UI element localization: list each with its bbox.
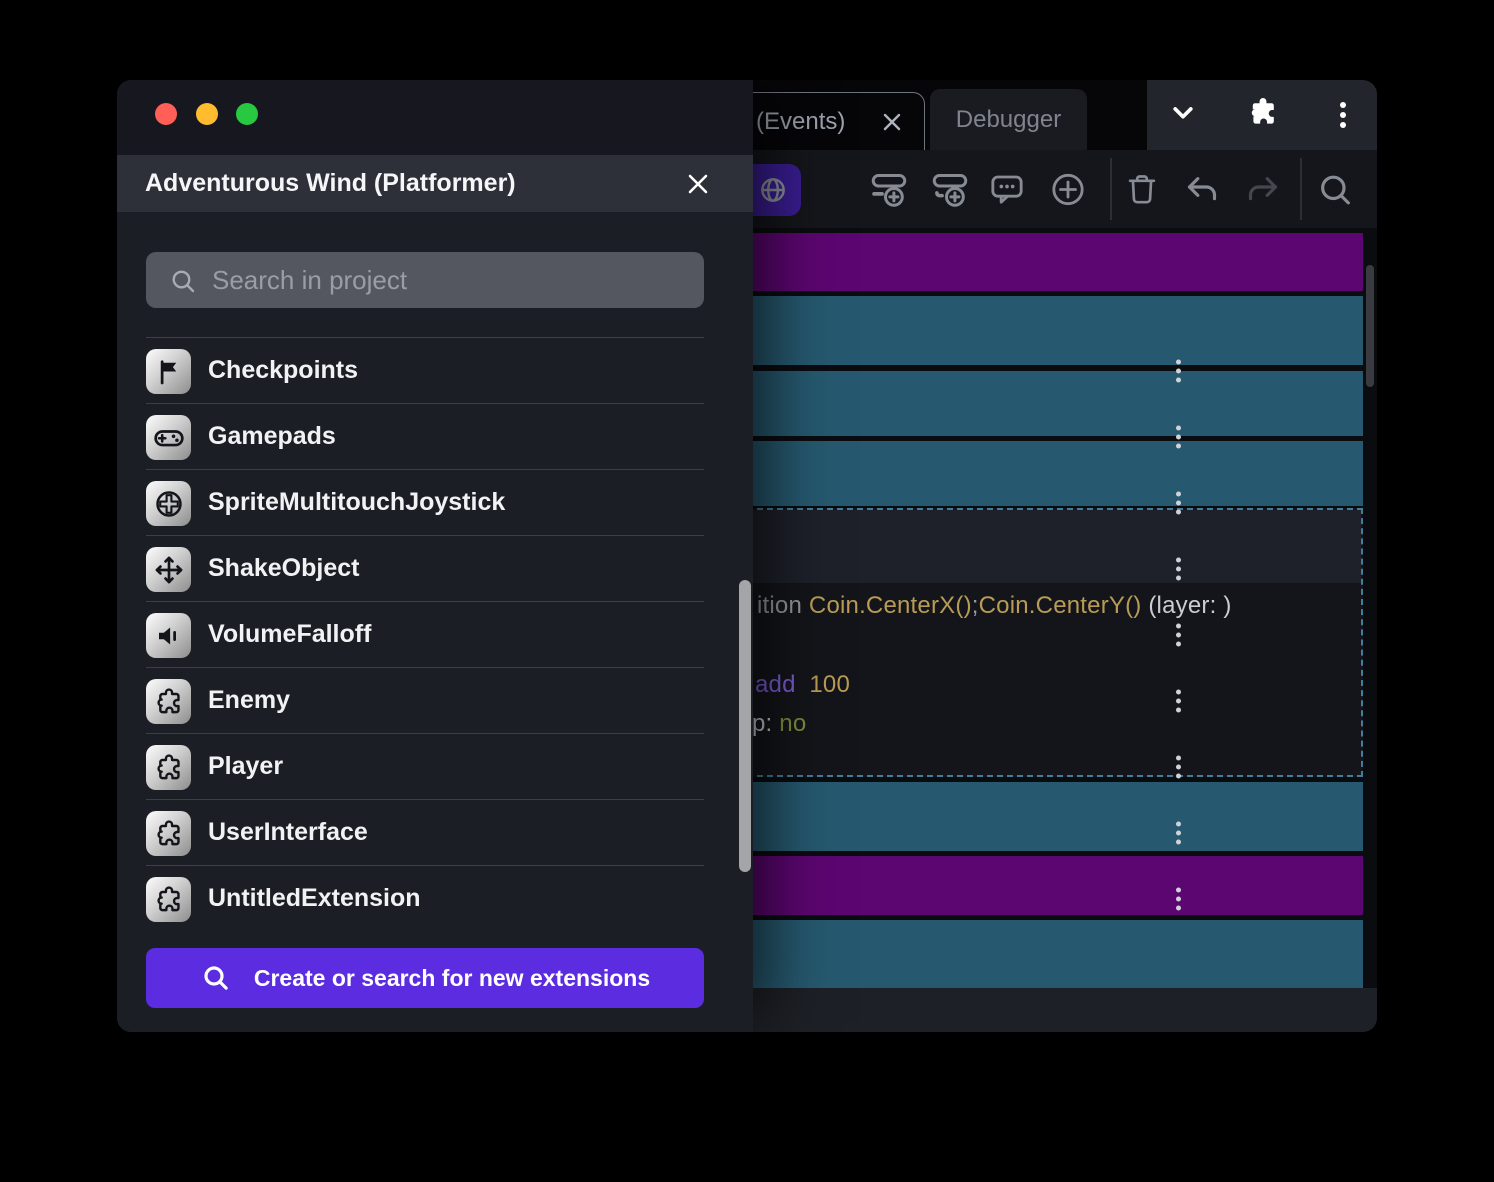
add-circle-icon[interactable]	[1048, 170, 1088, 215]
item-menu-button[interactable]	[652, 482, 692, 524]
list-item-spritemultitouchjoystick[interactable]: SpriteMultitouchJoystick	[146, 469, 704, 535]
dialog-close-icon[interactable]	[683, 169, 713, 199]
puzzle-icon	[146, 745, 191, 790]
traffic-light-close[interactable]	[155, 103, 177, 125]
globe-icon	[757, 174, 789, 206]
chevron-down-icon[interactable]	[1166, 96, 1200, 135]
speaker-icon	[146, 613, 191, 658]
toolbar-divider	[1110, 158, 1112, 220]
event-action-text[interactable]: add 100	[755, 671, 850, 699]
events-scrollbar[interactable]	[1366, 265, 1374, 387]
add-event-icon[interactable]	[868, 169, 910, 216]
list-item-player[interactable]: Player	[146, 733, 704, 799]
item-menu-button[interactable]	[652, 416, 692, 458]
toolbar-search-icon[interactable]	[1315, 170, 1355, 215]
list-item-userinterface[interactable]: UserInterface	[146, 799, 704, 865]
puzzle-white-icon[interactable]	[1245, 95, 1281, 136]
traffic-light-zoom[interactable]	[236, 103, 258, 125]
flag-icon	[146, 349, 191, 394]
dialog-title: Adventurous Wind (Platformer)	[145, 169, 516, 198]
list-item-volumefalloff[interactable]: VolumeFalloff	[146, 601, 704, 667]
project-search-field[interactable]	[146, 252, 704, 308]
event-action-text[interactable]: ition Coin.CenterX();Coin.CenterY() (lay…	[757, 592, 1232, 620]
trash-icon[interactable]	[1123, 171, 1161, 214]
list-item-checkpoints[interactable]: Checkpoints	[146, 337, 704, 403]
item-menu-button[interactable]	[652, 614, 692, 656]
tab-close-icon[interactable]	[879, 109, 905, 135]
move-icon	[146, 547, 191, 592]
list-item-untitledextension[interactable]: UntitledExtension	[146, 865, 704, 931]
kebab-menu-icon[interactable]	[1331, 95, 1355, 135]
item-menu-button[interactable]	[652, 746, 692, 788]
event-action-text[interactable]: p: no	[752, 710, 806, 738]
window-titlebar	[117, 80, 753, 155]
search-icon	[168, 266, 198, 296]
puzzle-icon	[146, 877, 191, 922]
list-item-enemy[interactable]: Enemy	[146, 667, 704, 733]
search-icon	[200, 962, 232, 994]
item-menu-button[interactable]	[652, 680, 692, 722]
dialog-header: Adventurous Wind (Platformer)	[117, 155, 753, 212]
extensions-dialog: Adventurous Wind (Platformer) Checkpoint…	[117, 80, 753, 1032]
comment-icon[interactable]	[987, 170, 1027, 215]
tab-debugger[interactable]: Debugger	[930, 89, 1087, 150]
list-item-shakeobject[interactable]: ShakeObject	[146, 535, 704, 601]
puzzle-icon	[146, 811, 191, 856]
tab-events-label: (Events)	[756, 108, 845, 136]
redo-icon[interactable]	[1243, 170, 1283, 215]
extensions-list: Checkpoints Gamepads SpriteMultitouchJoy…	[146, 337, 704, 931]
list-item-gamepads[interactable]: Gamepads	[146, 403, 704, 469]
item-menu-button[interactable]	[652, 812, 692, 854]
item-menu-button[interactable]	[652, 878, 692, 920]
app-window: (Events) Debugger	[117, 80, 1377, 1032]
search-input[interactable]	[212, 252, 682, 308]
item-menu-button[interactable]	[652, 548, 692, 590]
utility-panel	[1147, 80, 1377, 150]
traffic-light-minimize[interactable]	[196, 103, 218, 125]
puzzle-icon	[146, 679, 191, 724]
undo-icon[interactable]	[1182, 170, 1222, 215]
create-search-extensions-button[interactable]: Create or search for new extensions	[146, 948, 704, 1008]
add-subevent-icon[interactable]	[929, 169, 971, 216]
joystick-icon	[146, 481, 191, 526]
dialog-scrollbar[interactable]	[739, 580, 751, 872]
item-menu-button[interactable]	[652, 350, 692, 392]
gamepad-icon	[146, 415, 191, 460]
toolbar-divider	[1300, 158, 1302, 220]
